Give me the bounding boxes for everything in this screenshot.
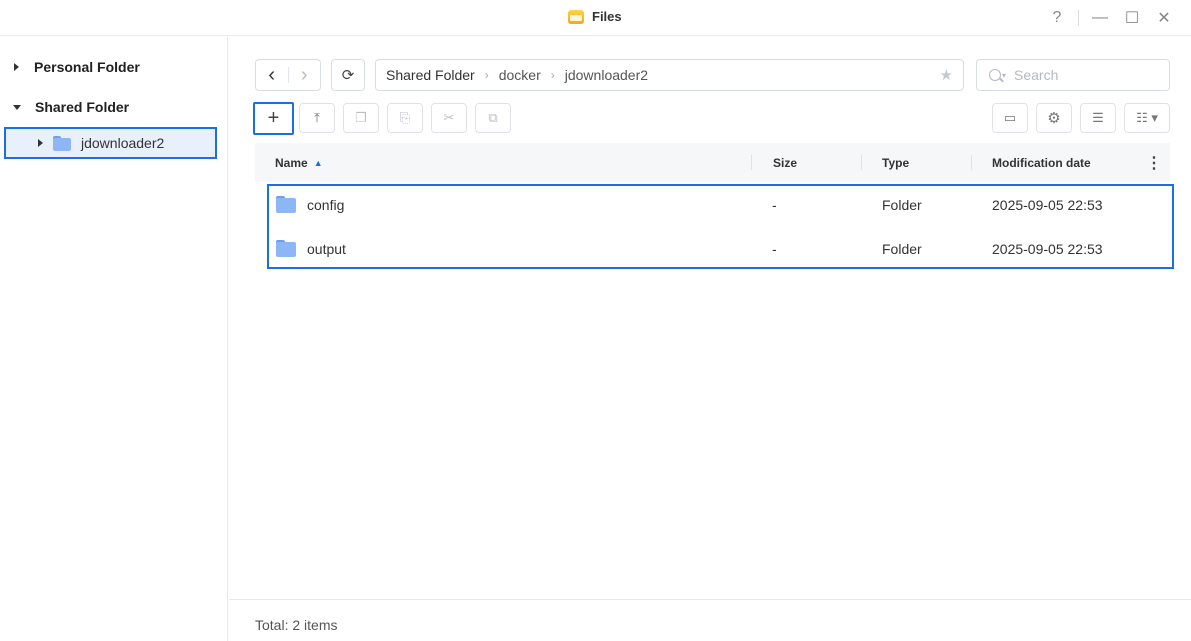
- column-divider[interactable]: [971, 155, 972, 170]
- sidebar-item-jdownloader2[interactable]: jdownloader2: [4, 127, 217, 159]
- file-modified: 2025-09-05 22:53: [992, 241, 1103, 257]
- table-row[interactable]: config - Folder 2025-09-05 22:53: [270, 185, 1170, 225]
- sidebar-item-label: jdownloader2: [81, 135, 165, 151]
- forward-button[interactable]: ›: [289, 60, 321, 90]
- view-mode-button[interactable]: ☷ ▾: [1124, 103, 1170, 133]
- folder-icon: [276, 240, 296, 257]
- title-bar: Files ? — ☐ ✕: [0, 0, 1191, 36]
- column-header-name[interactable]: Name ▲: [275, 156, 323, 170]
- column-header-type[interactable]: Type: [882, 156, 909, 170]
- cut-button[interactable]: ✂: [431, 103, 467, 133]
- item-count: Total: 2 items: [255, 617, 338, 633]
- window-title-group: Files: [568, 9, 622, 24]
- upload-button[interactable]: ⤒: [299, 103, 335, 133]
- breadcrumb-docker[interactable]: docker: [499, 67, 541, 83]
- compress-button[interactable]: ⧉: [475, 103, 511, 133]
- file-type: Folder: [882, 241, 922, 257]
- sidebar-item-jdownloader2-content: jdownloader2: [38, 127, 164, 159]
- window-title: Files: [592, 9, 622, 24]
- file-modified: 2025-09-05 22:53: [992, 197, 1103, 213]
- more-vertical-icon[interactable]: ⋮: [1146, 153, 1162, 173]
- sidebar-item-shared-folder[interactable]: Shared Folder: [13, 91, 129, 123]
- search-box[interactable]: ▾: [976, 59, 1170, 91]
- folder-icon: [276, 196, 296, 213]
- nav-group: ‹ ›: [255, 59, 321, 91]
- breadcrumb[interactable]: Shared Folder › docker › jdownloader2 ★: [375, 59, 964, 91]
- minimize-icon[interactable]: —: [1087, 6, 1113, 30]
- chevron-right-icon: ›: [550, 68, 555, 82]
- sort-button[interactable]: ☰: [1080, 103, 1116, 133]
- table-row[interactable]: output - Folder 2025-09-05 22:53: [270, 229, 1170, 269]
- copy-button[interactable]: ❐: [343, 103, 379, 133]
- breadcrumb-shared-folder[interactable]: Shared Folder: [386, 67, 475, 83]
- maximize-icon[interactable]: ☐: [1119, 6, 1145, 30]
- caret-right-icon[interactable]: [14, 63, 19, 71]
- column-header-label: Name: [275, 156, 308, 170]
- search-input[interactable]: [1014, 67, 1155, 83]
- sort-ascending-icon[interactable]: ▲: [314, 158, 323, 168]
- column-divider[interactable]: [861, 155, 862, 170]
- file-size: -: [772, 241, 777, 257]
- breadcrumb-jdownloader2[interactable]: jdownloader2: [565, 67, 648, 83]
- search-icon[interactable]: [989, 69, 1001, 81]
- sidebar-item-label: Shared Folder: [35, 99, 130, 115]
- settings-button[interactable]: ⚙: [1036, 103, 1072, 133]
- chevron-right-icon: ›: [484, 68, 489, 82]
- sidebar-item-label: Personal Folder: [34, 59, 140, 75]
- column-header-modified[interactable]: Modification date: [992, 156, 1091, 170]
- caret-down-icon[interactable]: [13, 104, 21, 110]
- caret-right-icon[interactable]: [38, 139, 43, 147]
- refresh-button[interactable]: ⟳: [331, 59, 365, 91]
- window-controls-divider: [1078, 10, 1079, 26]
- status-bar: Total: 2 items: [229, 599, 1191, 641]
- file-size: -: [772, 197, 777, 213]
- create-button[interactable]: +: [253, 102, 294, 135]
- column-divider[interactable]: [751, 155, 752, 170]
- file-name: output: [307, 241, 346, 257]
- window-controls: ? — ☐ ✕: [1038, 6, 1177, 30]
- paste-button[interactable]: ⎘: [387, 103, 423, 133]
- briefcase-button[interactable]: ▭: [992, 103, 1028, 133]
- folder-icon: [53, 135, 71, 151]
- back-button[interactable]: ‹: [256, 60, 288, 90]
- column-header-size[interactable]: Size: [773, 156, 797, 170]
- caret-down-icon[interactable]: ▾: [1002, 71, 1006, 80]
- star-icon[interactable]: ★: [940, 66, 953, 84]
- file-name: config: [307, 197, 345, 213]
- files-app-icon: [568, 9, 584, 24]
- table-header: Name ▲ Size Type Modification date ⋮: [255, 143, 1170, 182]
- close-icon[interactable]: ✕: [1151, 6, 1177, 30]
- help-icon[interactable]: ?: [1044, 6, 1070, 30]
- file-type: Folder: [882, 197, 922, 213]
- sidebar-item-personal-folder[interactable]: Personal Folder: [14, 51, 140, 83]
